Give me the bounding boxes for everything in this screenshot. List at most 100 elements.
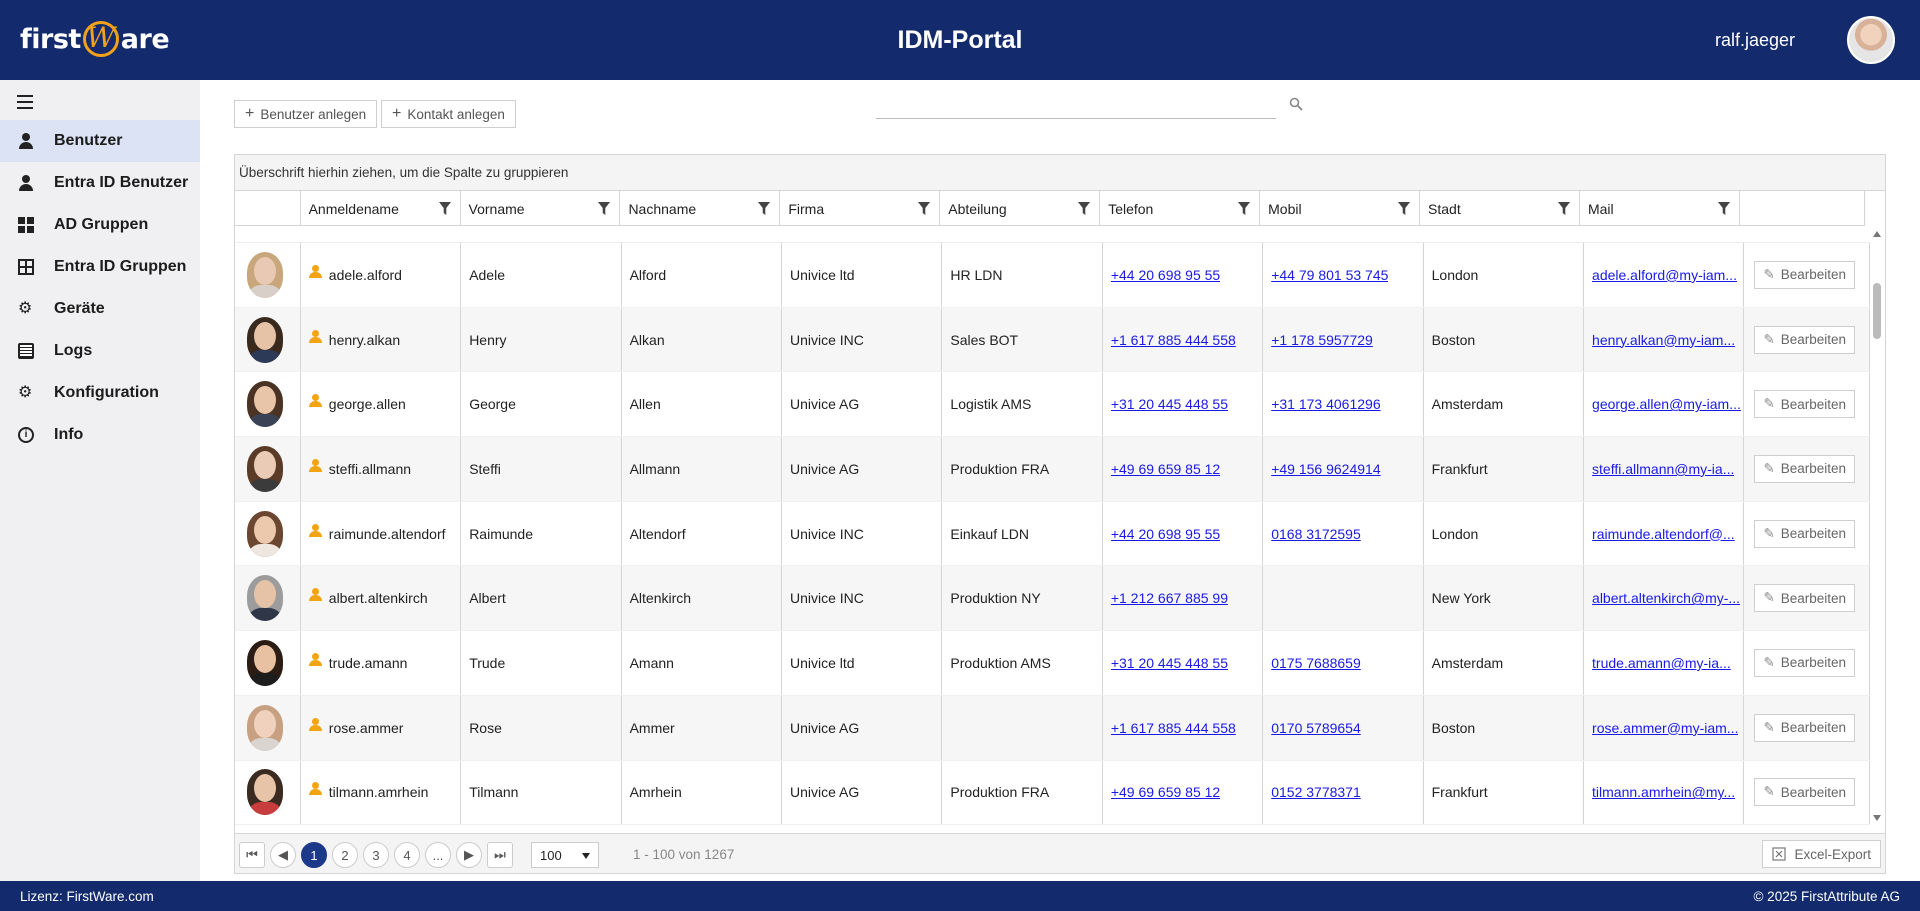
filter-icon[interactable] [438,202,451,215]
add-user-label: Benutzer anlegen [260,106,367,122]
mail-link[interactable]: albert.altenkirch@my-... [1592,590,1740,606]
edit-button[interactable]: ✎ Bearbeiten [1754,390,1856,419]
mobile-link[interactable]: 0175 7688659 [1271,655,1361,671]
phone-link[interactable]: +1 617 885 444 558 [1111,332,1236,348]
sidebar-item-benutzer[interactable]: Benutzer [0,120,200,162]
edit-button[interactable]: ✎ Bearbeiten [1754,648,1856,677]
search-input[interactable] [876,95,1276,118]
sidebar-item-entra-id-benutzer[interactable]: Entra ID Benutzer [0,162,200,204]
mail-link[interactable]: raimunde.altendorf@... [1592,526,1735,542]
mail-link[interactable]: henry.alkan@my-iam... [1592,332,1735,348]
add-contact-button[interactable]: + Kontakt anlegen [381,100,516,128]
search-icon[interactable] [1288,96,1304,112]
table-row[interactable]: albert.altenkirch Albert Altenkirch Univice… [235,566,1870,632]
mail-link[interactable]: steffi.allmann@my-ia... [1592,461,1734,477]
mail-link[interactable]: rose.ammer@my-iam... [1592,720,1738,736]
user-avatar[interactable] [1847,16,1895,64]
page-link[interactable]: 2 [332,842,358,868]
filter-icon[interactable] [918,202,931,215]
phone-link[interactable]: +1 212 667 885 99 [1111,590,1228,606]
edit-button[interactable]: ✎ Bearbeiten [1754,713,1856,742]
add-user-button[interactable]: + Benutzer anlegen [234,100,378,128]
page-link[interactable]: 1 [301,842,327,868]
vertical-scrollbar[interactable] [1870,227,1885,825]
page-link[interactable]: 3 [363,842,389,868]
column-header-mobile[interactable]: Mobil [1260,191,1421,226]
column-header-company[interactable]: Firma [780,191,941,226]
sidebar-item-geräte[interactable]: ⚙ Geräte [0,288,200,330]
edit-button[interactable]: ✎ Bearbeiten [1754,454,1856,483]
sidebar-item-ad-gruppen[interactable]: AD Gruppen [0,204,200,246]
scroll-down-icon[interactable] [1873,815,1881,821]
column-header-first[interactable]: Vorname [461,191,621,226]
table-row[interactable]: rose.ammer Rose Ammer Univice AG +1 617 885 … [235,695,1870,761]
phone-link[interactable]: +31 20 445 448 55 [1111,396,1228,412]
mobile-link[interactable]: +49 156 9624914 [1271,461,1380,477]
sidebar-item-info[interactable]: i Info [0,414,200,456]
table-row[interactable]: trude.amann Trude Amann Univice ltd Produkti… [235,631,1870,696]
filter-icon[interactable] [1078,202,1091,215]
cell-last: Altendorf [622,501,782,566]
mail-link[interactable]: trude.amann@my-ia... [1592,655,1731,671]
next-page-button[interactable]: ▶ [456,842,482,868]
group-panel[interactable]: Überschrift hierhin ziehen, um die Spalt… [235,155,1885,191]
filter-icon[interactable] [1717,202,1730,215]
phone-link[interactable]: +1 617 885 444 558 [1111,720,1236,736]
mail-link[interactable]: george.allen@my-iam... [1592,396,1741,412]
filter-icon[interactable] [758,202,771,215]
table-row[interactable]: steffi.allmann Steffi Allmann Univice AG Pro… [235,437,1870,502]
sidebar-item-entra-id-gruppen[interactable]: Entra ID Gruppen [0,246,200,288]
cell-dept: Sales BOT [942,307,1103,372]
last-page-button[interactable]: ⏭ [487,842,513,868]
mail-link[interactable]: tilmann.amrhein@my... [1592,784,1735,800]
page-link[interactable]: 4 [394,842,420,868]
column-header-last[interactable]: Nachname [620,191,781,226]
column-header-dept[interactable]: Abteilung [940,191,1101,226]
column-header-mail[interactable]: Mail [1580,191,1740,226]
mobile-link[interactable]: 0170 5789654 [1271,720,1361,736]
filter-icon[interactable] [598,202,611,215]
column-header-city[interactable]: Stadt [1420,191,1580,226]
first-page-button[interactable]: ⏮ [239,842,265,868]
table-row[interactable]: adele.alford Adele Alford Univice ltd HR LDN… [235,243,1870,308]
phone-link[interactable]: +49 69 659 85 12 [1111,784,1220,800]
mobile-link[interactable]: +31 173 4061296 [1271,396,1380,412]
table-row[interactable]: tilmann.amrhein Tilmann Amrhein Univice AG P… [235,760,1870,825]
firstware-logo[interactable]: first W are [20,14,170,64]
edit-button[interactable]: ✎ Bearbeiten [1754,584,1856,613]
page-link[interactable]: ... [425,842,451,868]
filter-icon[interactable] [1557,202,1570,215]
phone-link[interactable]: +49 69 659 85 12 [1111,461,1220,477]
column-header-phone[interactable]: Telefon [1100,191,1261,226]
sidebar-item-logs[interactable]: Logs [0,330,200,372]
table-row[interactable]: raimunde.altendorf Raimunde Altendorf Univi… [235,501,1870,567]
column-header-login[interactable]: Anmeldename [301,191,461,226]
page-size-select[interactable]: 100 [531,842,599,868]
table-row[interactable]: george.allen George Allen Univice AG Logisti… [235,372,1870,438]
phone-link[interactable]: +31 20 445 448 55 [1111,655,1228,671]
edit-button[interactable]: ✎ Bearbeiten [1754,260,1856,289]
phone-link[interactable]: +44 20 698 95 55 [1111,267,1220,283]
mobile-link[interactable]: +1 178 5957729 [1271,332,1373,348]
scroll-thumb[interactable] [1873,283,1881,339]
phone-link[interactable]: +44 20 698 95 55 [1111,526,1220,542]
edit-button[interactable]: ✎ Bearbeiten [1754,325,1856,354]
filter-icon[interactable] [1398,202,1411,215]
cell-dept: Produktion FRA [942,760,1103,825]
mobile-link[interactable]: +44 79 801 53 745 [1271,267,1388,283]
excel-export-button[interactable]: Excel-Export [1762,840,1881,868]
mobile-link[interactable]: 0168 3172595 [1271,526,1361,542]
table-row[interactable]: henry.alkan Henry Alkan Univice INC Sales BO… [235,307,1870,373]
prev-page-button[interactable]: ◀ [270,842,296,868]
hamburger-menu-icon[interactable] [17,95,33,109]
grid-body: adele.alford Adele Alford Univice ltd HR LDN… [235,227,1870,825]
user-name[interactable]: ralf.jaeger [1715,30,1795,51]
sidebar-item-konfiguration[interactable]: ⚙ Konfiguration [0,372,200,414]
edit-button[interactable]: ✎ Bearbeiten [1754,778,1856,807]
scroll-up-icon[interactable] [1873,231,1881,237]
mail-link[interactable]: adele.alford@my-iam... [1592,267,1737,283]
edit-button[interactable]: ✎ Bearbeiten [1754,519,1856,548]
filter-icon[interactable] [1238,202,1251,215]
cell-first: George [461,372,622,437]
mobile-link[interactable]: 0152 3778371 [1271,784,1361,800]
